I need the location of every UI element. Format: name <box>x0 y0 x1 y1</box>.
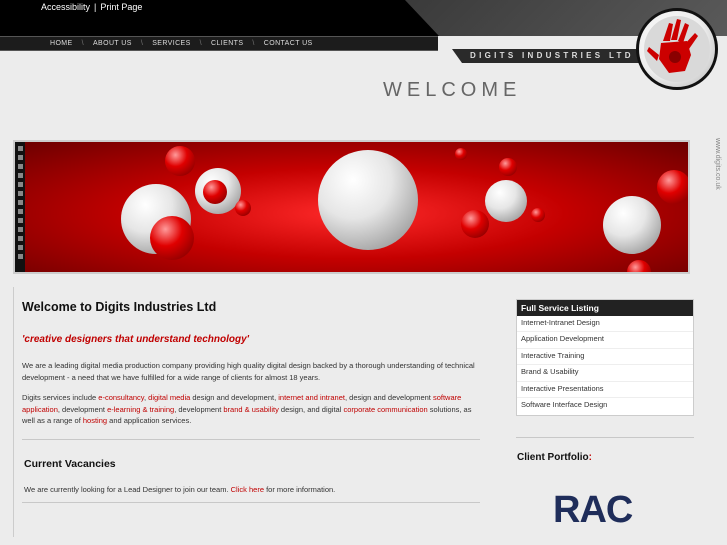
link-digital-media[interactable]: digital media <box>148 393 190 402</box>
nav-item-contact-us[interactable]: CONTACT US <box>264 40 313 47</box>
hand-print-logo[interactable] <box>636 8 718 90</box>
service-item-application-development[interactable]: Application Development <box>517 332 693 349</box>
red-sphere <box>531 208 545 222</box>
nav-item-home[interactable]: HOME \ <box>50 40 93 47</box>
services-paragraph: Digits services include e-consultancy, d… <box>22 393 472 425</box>
utility-links: Accessibility | Print Page <box>41 2 142 12</box>
vacancies-heading: Current Vacancies <box>24 458 116 470</box>
client-portfolio-heading: Client Portfolio: <box>517 452 593 463</box>
vacancies-text: We are currently looking for a Lead Desi… <box>24 485 336 494</box>
red-sphere <box>165 146 195 176</box>
svg-text:RAC: RAC <box>553 489 633 528</box>
service-listing-title: Full Service Listing <box>517 300 693 316</box>
link-e-consultancy[interactable]: e-consultancy <box>98 393 144 402</box>
nav-item-about-us[interactable]: ABOUT US \ <box>93 40 152 47</box>
white-sphere <box>603 196 661 254</box>
svg-text:www.digits.co.uk: www.digits.co.uk <box>714 137 721 190</box>
red-sphere <box>150 216 194 260</box>
utility-separator: | <box>94 2 97 12</box>
intro-paragraph: We are a leading digital media productio… <box>22 361 475 382</box>
rac-client-logo[interactable]: RAC <box>553 488 645 531</box>
red-sphere <box>461 210 489 238</box>
link-hosting[interactable]: hosting <box>83 416 107 425</box>
nav-item-services[interactable]: SERVICES \ <box>152 40 211 47</box>
hero-banner <box>13 140 690 274</box>
service-item-interactive-presentations[interactable]: Interactive Presentations <box>517 382 693 398</box>
section-rule <box>22 502 480 503</box>
white-sphere <box>318 150 418 250</box>
nav-item-clients[interactable]: CLIENTS \ <box>211 40 264 47</box>
hand-print-icon <box>644 16 710 82</box>
link-brand-usability[interactable]: brand & usability <box>223 405 278 414</box>
page-title: Welcome to Digits Industries Ltd <box>22 300 217 314</box>
accessibility-link[interactable]: Accessibility <box>41 2 90 12</box>
service-item-internet-intranet[interactable]: Internet-Intranet Design <box>517 316 693 333</box>
vertical-url: www.digits.co.uk <box>712 128 727 458</box>
service-item-software-interface[interactable]: Software Interface Design <box>517 398 693 414</box>
page-heading: WELCOME <box>383 79 522 101</box>
company-name: DIGITS INDUSTRIES LTD <box>470 51 634 60</box>
red-sphere <box>455 148 467 160</box>
sidebar-rule <box>516 437 694 438</box>
red-sphere <box>627 260 651 272</box>
tagline: 'creative designers that understand tech… <box>22 334 250 345</box>
vacancy-click-here-link[interactable]: Click here <box>231 485 264 494</box>
red-sphere <box>203 180 227 204</box>
content-divider <box>13 287 14 537</box>
vertical-url-text: www.digits.co.uk <box>714 137 721 190</box>
film-strip <box>15 142 25 272</box>
white-sphere <box>485 180 527 222</box>
link-internet-intranet[interactable]: internet and intranet <box>278 393 345 402</box>
red-sphere <box>499 158 517 176</box>
link-corporate-communication[interactable]: corporate communication <box>343 405 427 414</box>
rac-logo-icon: RAC <box>553 489 634 531</box>
service-item-interactive-training[interactable]: Interactive Training <box>517 349 693 366</box>
red-sphere <box>235 200 251 216</box>
print-page-link[interactable]: Print Page <box>100 2 142 12</box>
red-sphere <box>657 170 688 204</box>
service-item-brand-usability[interactable]: Brand & Usability <box>517 365 693 382</box>
link-e-learning-training[interactable]: e-learning & training <box>107 405 174 414</box>
section-rule <box>22 439 480 440</box>
service-listing-panel: Full Service Listing Internet-Intranet D… <box>516 299 694 416</box>
company-name-bar: DIGITS INDUSTRIES LTD <box>452 49 652 63</box>
main-nav: HOME \ ABOUT US \ SERVICES \ CLIENTS \ CONTA… <box>0 36 438 51</box>
